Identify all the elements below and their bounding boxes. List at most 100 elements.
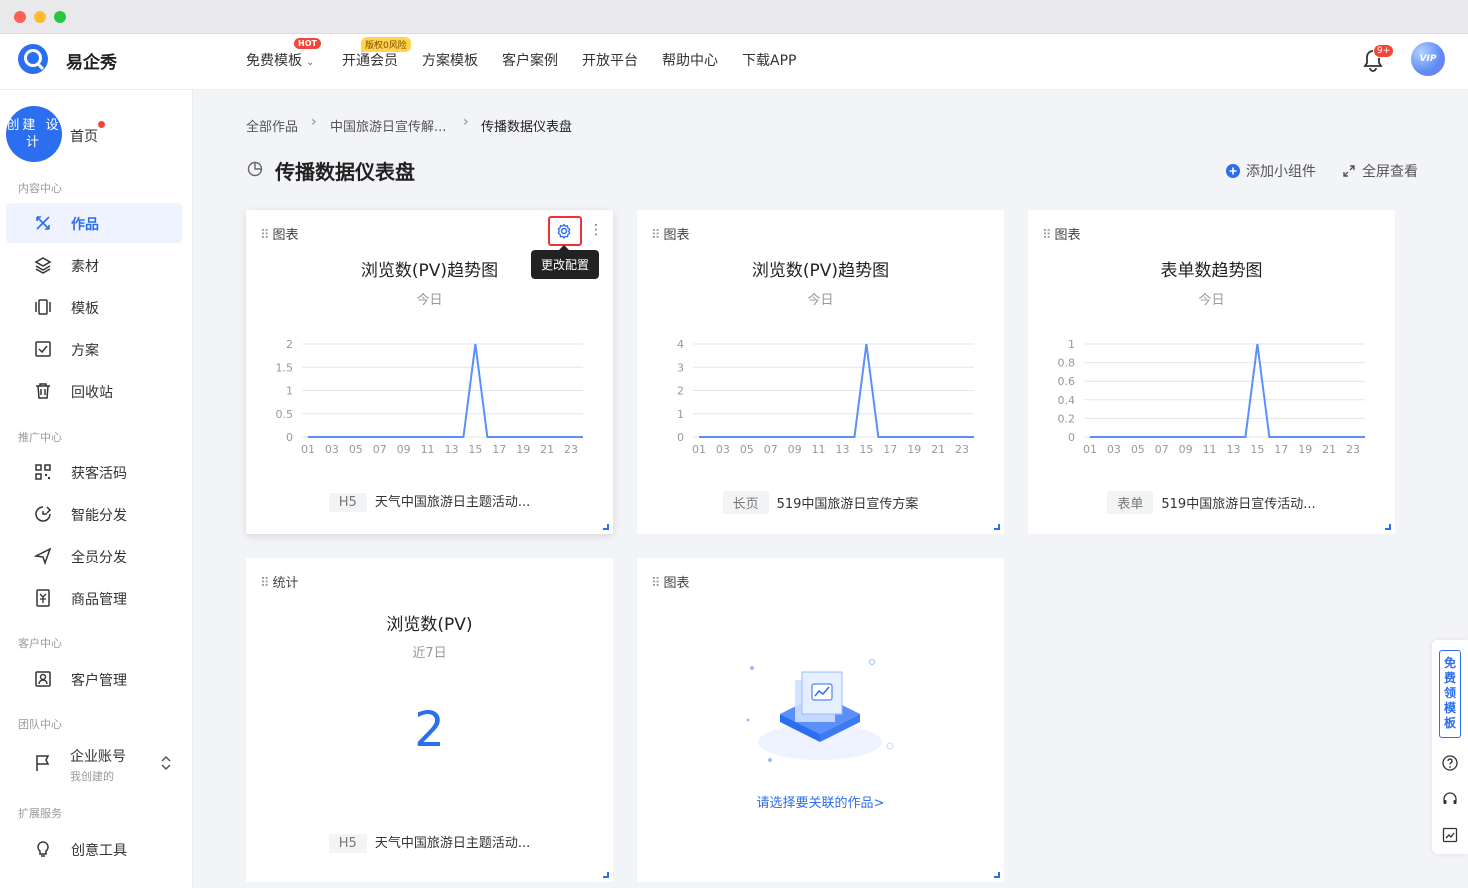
sidebar-item-label: 商品管理 — [71, 592, 127, 608]
nav-cases[interactable]: 客户案例 — [502, 50, 558, 70]
drag-handle-icon[interactable]: ⠿ — [260, 576, 269, 591]
maximize-window-button[interactable] — [54, 11, 66, 23]
sidebar-item-creative-tools[interactable]: 创意工具 — [6, 829, 182, 869]
work-name: 天气中国旅游日主题活动... — [374, 495, 531, 510]
fullscreen-button[interactable]: 全屏查看 — [1342, 161, 1418, 181]
x-tick-label: 19 — [1298, 443, 1312, 456]
x-tick-label: 13 — [1226, 443, 1240, 456]
widget-card-pv-trend-longpage[interactable]: ⠿ 图表 浏览数(PV)趋势图 今日 0 1 2 3 4 01 03 05 07 09 11 13 15 1… — [637, 210, 1004, 534]
resize-handle[interactable] — [1385, 524, 1391, 530]
section-promotion: 推广中心 — [18, 431, 62, 444]
x-tick-label: 03 — [1107, 443, 1121, 456]
card-footer[interactable]: H5 天气中国旅游日主题活动... — [246, 832, 613, 853]
distribute-icon — [35, 506, 52, 522]
more-options-icon[interactable]: ⋮ — [589, 222, 603, 238]
y-tick-label: 2 — [677, 385, 684, 398]
y-tick-label: 0.8 — [1058, 357, 1076, 370]
close-window-button[interactable] — [14, 11, 26, 23]
x-tick-label: 17 — [1274, 443, 1288, 456]
change-config-tooltip: 更改配置 — [531, 245, 600, 279]
card-period: 今日 — [1198, 293, 1225, 308]
section-customer: 客户中心 — [18, 637, 62, 650]
work-type-tag: H5 — [328, 493, 367, 512]
card-type-tag[interactable]: ⠿ 图表 — [651, 224, 690, 243]
avatar[interactable]: VIP — [1411, 42, 1445, 76]
resize-handle[interactable] — [994, 524, 1000, 530]
x-tick-label: 05 — [1131, 443, 1145, 456]
x-tick-label: 23 — [564, 443, 578, 456]
sidebar-item-label: 方案 — [71, 343, 99, 359]
widget-card-form-trend[interactable]: ⠿ 图表 表单数趋势图 今日 0 0.2 0.4 0.6 0.8 1 01 03 05 07 09 11… — [1028, 210, 1395, 534]
resize-handle[interactable] — [603, 872, 609, 878]
card-footer[interactable]: H5 天气中国旅游日主题活动... — [246, 491, 613, 512]
card-period: 今日 — [416, 293, 443, 308]
sidebar-item-works[interactable]: 作品 — [6, 203, 182, 243]
resize-handle[interactable] — [994, 872, 1000, 878]
right-floating-toolbar: 免费领模板 — [1432, 640, 1468, 854]
sidebar-item-recycle[interactable]: 回收站 — [6, 371, 182, 411]
help-icon[interactable] — [1442, 755, 1458, 771]
resize-handle[interactable] — [603, 524, 609, 530]
sidebar: 创建 设计 首页 内容中心 作品 素材 模板 方案 回收站 推广中心 获客活码 … — [0, 90, 193, 888]
feedback-icon[interactable] — [1442, 827, 1458, 843]
drag-handle-icon[interactable]: ⠿ — [1042, 228, 1051, 243]
x-tick-label: 01 — [692, 443, 706, 456]
nav-membership[interactable]: 开通会员 — [342, 50, 398, 70]
x-tick-label: 07 — [1155, 443, 1169, 456]
drag-handle-icon[interactable]: ⠿ — [651, 576, 660, 591]
logo-icon[interactable] — [16, 42, 50, 76]
widget-card-empty[interactable]: ⠿ 图表 请选择要关联的作品> — [637, 558, 1004, 882]
x-tick-label: 03 — [325, 443, 339, 456]
sidebar-item-all-dist[interactable]: 全员分发 — [6, 536, 182, 576]
sidebar-item-qrcode[interactable]: 获客活码 — [6, 452, 182, 492]
sidebar-item-home[interactable]: 首页 — [70, 126, 98, 146]
nav-help-center[interactable]: 帮助中心 — [662, 50, 718, 70]
page-title: 传播数据仪表盘 — [275, 160, 415, 184]
sidebar-item-customers[interactable]: 客户管理 — [6, 659, 182, 699]
card-footer[interactable]: 长页 519中国旅游日宣传方案 — [637, 491, 1004, 514]
brand-name[interactable]: 易企秀 — [66, 48, 117, 73]
widget-card-pv-stat[interactable]: ⠿ 统计 浏览数(PV) 近7日 2 H5 天气中国旅游日主题活动... — [246, 558, 613, 882]
sidebar-item-products[interactable]: 商品管理 — [6, 578, 182, 618]
create-design-button[interactable]: 创建 设计 — [6, 106, 62, 162]
sidebar-item-templates[interactable]: 模板 — [6, 287, 182, 327]
expand-toggle-icon[interactable] — [160, 755, 172, 771]
drag-handle-icon[interactable]: ⠿ — [260, 228, 269, 243]
nav-solution-templates[interactable]: 方案模板 — [422, 50, 478, 70]
section-team: 团队中心 — [18, 718, 62, 731]
empty-chart-illustration — [746, 659, 894, 762]
headset-icon[interactable] — [1442, 791, 1458, 807]
add-widget-button[interactable]: 添加小组件 — [1226, 161, 1316, 181]
free-template-button[interactable]: 免费领模板 — [1439, 650, 1461, 738]
x-tick-label: 11 — [1203, 443, 1217, 456]
pv-trend-chart: 0 0.5 1 1.5 2 01 03 05 07 09 11 13 15 17 19 21 23 — [276, 338, 583, 456]
nav-download-app[interactable]: 下载APP — [742, 50, 796, 70]
notification-badge: 9+ — [1373, 44, 1395, 58]
sidebar-item-label: 企业账号 — [70, 749, 126, 765]
sidebar-item-smart-dist[interactable]: 智能分发 — [6, 494, 182, 534]
link-select-work[interactable]: 请选择要关联的作品> — [637, 792, 1004, 811]
work-name: 天气中国旅游日主题活动... — [374, 836, 531, 851]
top-header: 易企秀 免费模板 ⌄ HOT 开通会员 版权0风险 方案模板 客户案例 开放平台 … — [0, 34, 1468, 90]
card-type-tag[interactable]: ⠿ 图表 — [651, 572, 690, 591]
nav-open-platform[interactable]: 开放平台 — [582, 50, 638, 70]
x-tick-label: 13 — [835, 443, 849, 456]
breadcrumb-all-works[interactable]: 全部作品 — [246, 116, 298, 135]
x-tick-label: 13 — [444, 443, 458, 456]
sidebar-item-materials[interactable]: 素材 — [6, 245, 182, 285]
card-type-tag[interactable]: ⠿ 图表 — [1042, 224, 1081, 243]
sidebar-item-solutions[interactable]: 方案 — [6, 329, 182, 369]
minimize-window-button[interactable] — [34, 11, 46, 23]
form-trend-chart: 0 0.2 0.4 0.6 0.8 1 01 03 05 07 09 11 13 15 17 19 21 23 — [1058, 338, 1365, 456]
chevron-right-icon: › — [311, 114, 317, 130]
card-type-tag[interactable]: ⠿ 统计 — [260, 572, 299, 591]
breadcrumb-current: 传播数据仪表盘 — [481, 120, 573, 135]
breadcrumb-project[interactable]: 中国旅游日宣传解... — [330, 116, 446, 135]
drag-handle-icon[interactable]: ⠿ — [651, 228, 660, 243]
card-title: 表单数趋势图 — [1160, 261, 1263, 281]
nav-free-templates[interactable]: 免费模板 ⌄ — [246, 50, 314, 70]
card-footer[interactable]: 表单 519中国旅游日宣传活动... — [1028, 491, 1395, 514]
sidebar-item-enterprise[interactable]: 企业账号 我创建的 — [6, 738, 182, 786]
card-type-tag[interactable]: ⠿ 图表 — [260, 224, 299, 243]
x-tick-label: 17 — [492, 443, 506, 456]
